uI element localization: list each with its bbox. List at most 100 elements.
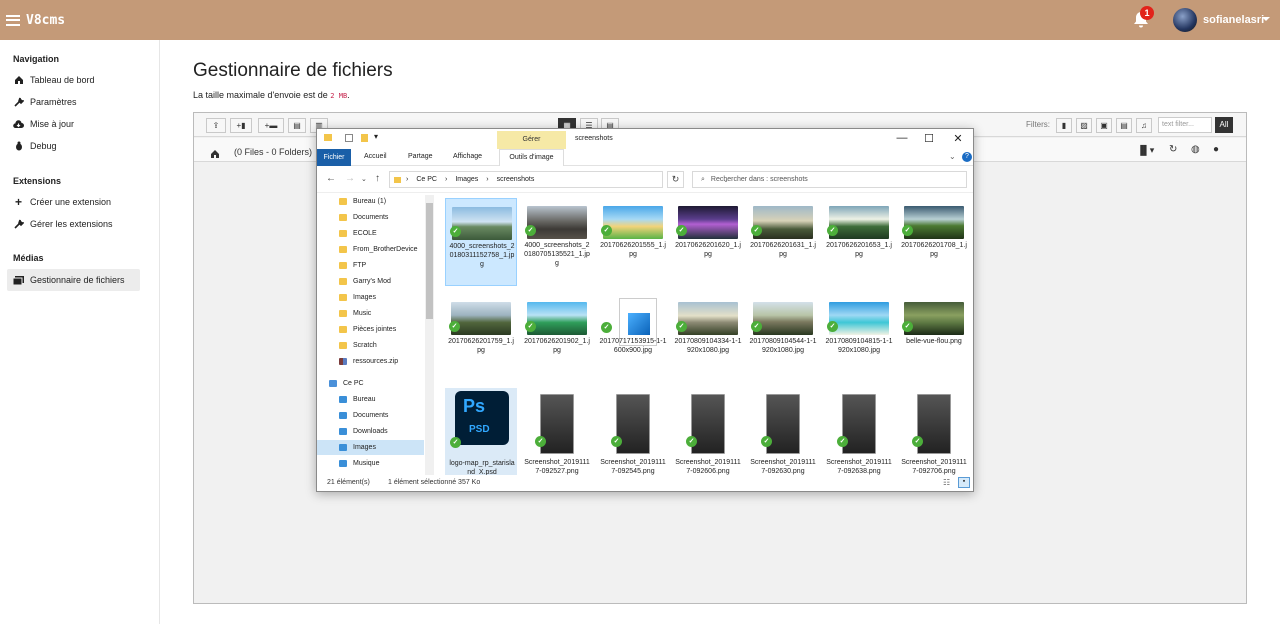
nav-item[interactable]: Documents	[317, 408, 424, 423]
nav-item[interactable]: Garry's Mod	[317, 274, 424, 289]
username[interactable]: sofianelasri	[1203, 14, 1264, 26]
nav-item[interactable]: Ce PC	[317, 376, 424, 391]
filter-file-button[interactable]: ▮	[1056, 118, 1072, 133]
file-tile[interactable]: ✓ 20170626201620_1.jpg	[672, 198, 744, 286]
nav-item[interactable]: Downloads	[317, 424, 424, 439]
nav-item[interactable]: Pièces jointes	[317, 322, 424, 337]
nav-item[interactable]: Images	[317, 290, 424, 305]
search-input[interactable]: ⌕ Rechercher dans : screenshots	[692, 171, 967, 188]
maximize-icon[interactable]: ☐	[923, 132, 935, 145]
bug-icon	[13, 141, 24, 151]
file-tile[interactable]: ✓ 20170626201631_1.jpg	[747, 198, 819, 286]
sync-check-icon: ✓	[525, 321, 536, 332]
chevron-down-icon[interactable]: ▾	[374, 132, 378, 141]
file-tile[interactable]: ✓ Screenshot_20191117-092706.png	[898, 388, 970, 476]
language-icon[interactable]: ◍	[1191, 144, 1200, 155]
nav-item[interactable]: Bureau (1)	[317, 194, 424, 209]
file-tile[interactable]: Ps PSD ✓ logo-map_rp_starisland_X.psd	[445, 388, 517, 476]
file-tile[interactable]: ✓ Screenshot_20191117-092630.png	[747, 388, 819, 476]
sidebar-item-settings[interactable]: Paramètres	[7, 91, 140, 113]
home-icon[interactable]	[210, 145, 220, 163]
file-tile[interactable]: ✓ Screenshot_20191117-092606.png	[672, 388, 744, 476]
file-tile[interactable]: ✓ 20170626201708_1.jpg	[898, 198, 970, 286]
wrench-icon	[13, 219, 24, 229]
new-file-button[interactable]: +▮	[230, 118, 252, 133]
minimize-icon[interactable]: —	[896, 132, 908, 144]
nav-item[interactable]: From_BrotherDevice	[317, 242, 424, 257]
sidebar-item-create-extension[interactable]: + Créer une extension	[7, 191, 140, 213]
nav-item[interactable]: ECOLE	[317, 226, 424, 241]
refresh-button[interactable]: ↻	[667, 171, 684, 188]
file-tile[interactable]: ✓ 20170626201759_1.jpg	[445, 294, 517, 382]
breadcrumb-images[interactable]: Images	[455, 176, 478, 183]
back-icon[interactable]: ←	[326, 173, 336, 184]
file-tile[interactable]: ✓ 20170809104815-1-1920x1080.jpg	[823, 294, 895, 382]
file-tile[interactable]: ✓ 20170626201653_1.jpg	[823, 198, 895, 286]
nav-item[interactable]: Scratch	[317, 338, 424, 353]
sort-icon[interactable]: ▐▌▾	[1137, 145, 1154, 156]
breadcrumb-screenshots[interactable]: screenshots	[497, 176, 535, 183]
file-tile[interactable]: ✓ 20170717153915-1-1600x900.jpg	[597, 294, 669, 382]
tab-gerer[interactable]: Gérer	[497, 131, 566, 149]
sidebar-item-update[interactable]: Mise à jour	[7, 113, 140, 135]
nav-item[interactable]: Musique	[317, 456, 424, 471]
file-tile[interactable]: ✓ 20170809104334-1-1920x1080.jpg	[672, 294, 744, 382]
brand[interactable]: V8cms	[6, 13, 65, 28]
tab-accueil[interactable]: Accueil	[364, 153, 387, 160]
nav-item[interactable]: ressources.zip	[317, 354, 424, 369]
tab-fichier[interactable]: Fichier	[317, 149, 351, 166]
filter-video-button[interactable]: ▤	[1116, 118, 1132, 133]
help-icon[interactable]: ●	[1213, 144, 1219, 155]
file-tile[interactable]: ✓ 4000_screenshots_20180311152758_1.jpg	[445, 198, 517, 286]
filter-all-button[interactable]: All	[1215, 117, 1233, 133]
chevron-down-icon[interactable]: ⌄	[361, 175, 367, 183]
sidebar-item-debug[interactable]: Debug	[7, 135, 140, 157]
file-tile[interactable]: ✓ 4000_screenshots_20180705135521_1.jpg	[521, 198, 593, 286]
nav-item[interactable]: Bureau	[317, 392, 424, 407]
nav-scrollbar[interactable]	[425, 195, 434, 475]
text-filter-input[interactable]: text filter...	[1158, 117, 1212, 133]
tab-affichage[interactable]: Affichage	[453, 153, 482, 160]
paste-button[interactable]: ▤	[288, 118, 306, 133]
file-tile[interactable]: ✓ Screenshot_20191117-092545.png	[597, 388, 669, 476]
file-tile[interactable]: ✓ 20170626201902_1.jpg	[521, 294, 593, 382]
sidebar-item-dashboard[interactable]: Tableau de bord	[7, 69, 140, 91]
sync-check-icon: ✓	[676, 321, 687, 332]
tab-outils-image[interactable]: Outils d'image	[499, 149, 564, 166]
forward-icon[interactable]: →	[345, 173, 355, 184]
file-tile[interactable]: ✓ Screenshot_20191117-092527.png	[521, 388, 593, 476]
new-folder-icon[interactable]	[361, 134, 368, 142]
new-folder-button[interactable]: +▬	[258, 118, 284, 133]
breadcrumb-ce-pc[interactable]: Ce PC	[416, 176, 437, 183]
address-input[interactable]: › Ce PC › Images › screenshots ⌄	[389, 171, 729, 188]
refresh-icon[interactable]: ↻	[1169, 144, 1177, 155]
sidebar-item-manage-extensions[interactable]: Gérer les extensions	[7, 213, 140, 235]
close-icon[interactable]: ✕	[952, 132, 964, 145]
nav-item[interactable]: Documents	[317, 210, 424, 225]
file-thumbnail	[452, 207, 512, 240]
file-thumbnail	[842, 394, 876, 454]
nav-item[interactable]: Images	[317, 440, 424, 455]
up-icon[interactable]: ↑	[375, 173, 380, 184]
details-view-icon[interactable]: ☷	[943, 478, 950, 487]
tab-partage[interactable]: Partage	[408, 153, 433, 160]
file-tile[interactable]: ✓ Screenshot_20191117-092638.png	[823, 388, 895, 476]
file-tile[interactable]: ✓ 20170626201555_1.jpg	[597, 198, 669, 286]
filter-archive-button[interactable]: ▣	[1096, 118, 1112, 133]
filter-music-button[interactable]: ♫	[1136, 118, 1152, 133]
help-icon[interactable]: ?	[962, 152, 972, 162]
upload-button[interactable]: ⇪	[206, 118, 226, 133]
chevron-down-icon[interactable]	[1262, 17, 1270, 21]
nav-item[interactable]: FTP	[317, 258, 424, 273]
nav-item[interactable]: Music	[317, 306, 424, 321]
file-tile[interactable]: ✓ 20170809104544-1-1920x1080.jpg	[747, 294, 819, 382]
file-tile[interactable]: ✓ belle-vue-flou.png	[898, 294, 970, 382]
properties-icon[interactable]	[345, 134, 353, 142]
filter-image-button[interactable]: ▨	[1076, 118, 1092, 133]
sidebar-item-file-manager[interactable]: Gestionnaire de fichiers	[7, 269, 140, 291]
avatar[interactable]	[1173, 8, 1197, 32]
chevron-down-icon[interactable]: ⌄	[949, 152, 956, 161]
menu-icon[interactable]	[6, 14, 20, 26]
large-icons-view-icon[interactable]: ▪	[958, 477, 970, 488]
scrollbar-thumb[interactable]	[426, 203, 433, 319]
